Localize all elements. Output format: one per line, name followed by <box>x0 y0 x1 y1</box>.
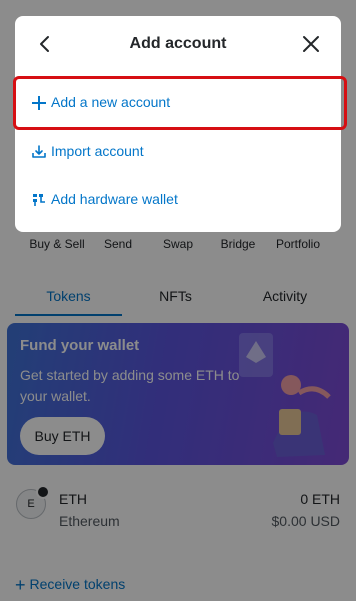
import-account-option[interactable]: Import account <box>15 128 341 176</box>
modal-header: Add account <box>15 16 341 72</box>
import-account-label: Import account <box>51 143 144 159</box>
add-hardware-wallet-label: Add hardware wallet <box>51 191 178 207</box>
highlight-annotation <box>13 76 347 130</box>
close-icon[interactable] <box>299 32 323 56</box>
modal-title: Add account <box>129 35 227 52</box>
add-hardware-wallet-option[interactable]: Add hardware wallet <box>15 176 341 224</box>
hardware-wallet-icon <box>33 194 45 206</box>
import-icon <box>32 145 46 158</box>
